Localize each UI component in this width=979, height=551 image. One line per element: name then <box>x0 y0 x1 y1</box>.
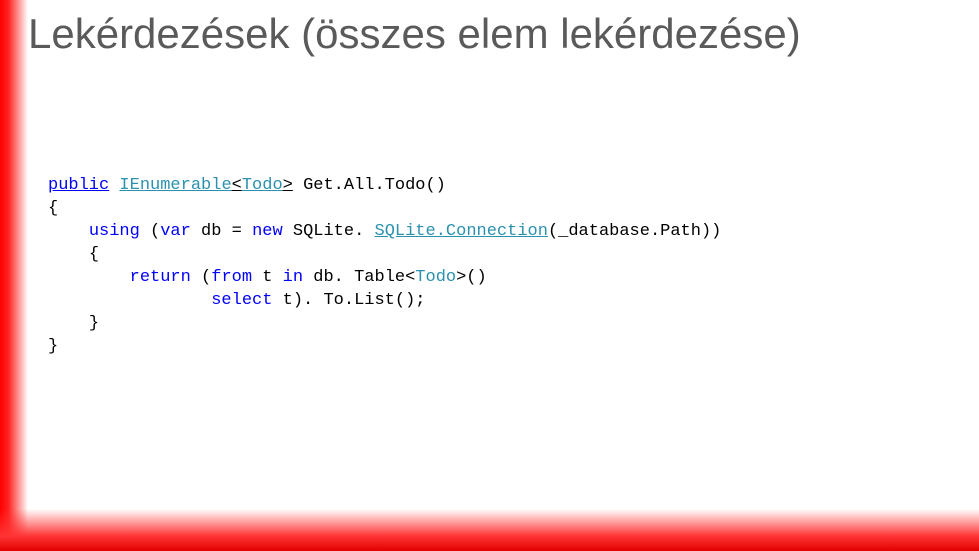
code-text: > <box>283 176 293 195</box>
keyword-in: in <box>283 268 303 287</box>
code-text: db = <box>191 222 252 241</box>
slide-title: Lekérdezések (összes elem lekérdezése) <box>28 10 801 58</box>
code-text: ( <box>140 222 160 241</box>
keyword-var: var <box>160 222 191 241</box>
type-ienumerable: IEnumerable <box>119 176 231 195</box>
indent <box>48 222 89 241</box>
type-todo: Todo <box>242 176 283 195</box>
indent <box>48 291 211 310</box>
brace: } <box>48 337 58 356</box>
indent <box>48 314 89 333</box>
code-text: ( <box>191 268 211 287</box>
code-text: < <box>232 176 242 195</box>
indent <box>48 245 89 264</box>
keyword-from: from <box>211 268 252 287</box>
code-text: >() <box>456 268 487 287</box>
keyword-public: public <box>48 176 109 195</box>
slide: Lekérdezések (összes elem lekérdezése) p… <box>0 0 979 551</box>
type-sqliteconnection: SQLite.Connection <box>375 222 548 241</box>
code-block: public IEnumerable<Todo> Get.All.Todo() … <box>48 175 721 359</box>
code-text <box>293 176 303 195</box>
left-accent-bar <box>0 0 28 551</box>
brace: { <box>48 199 58 218</box>
keyword-using: using <box>89 222 140 241</box>
method-name: Get.All.Todo() <box>303 176 446 195</box>
code-text: t). To.List(); <box>272 291 425 310</box>
keyword-new: new <box>252 222 283 241</box>
code-text: t <box>252 268 283 287</box>
code-text: db. Table< <box>303 268 415 287</box>
indent <box>48 268 130 287</box>
keyword-return: return <box>130 268 191 287</box>
bottom-accent-bar <box>0 509 979 551</box>
brace: } <box>89 314 99 333</box>
type-todo: Todo <box>415 268 456 287</box>
keyword-select: select <box>211 291 272 310</box>
brace: { <box>89 245 99 264</box>
code-text: SQLite. <box>283 222 375 241</box>
code-text <box>109 176 119 195</box>
code-text: (_database.Path)) <box>548 222 721 241</box>
